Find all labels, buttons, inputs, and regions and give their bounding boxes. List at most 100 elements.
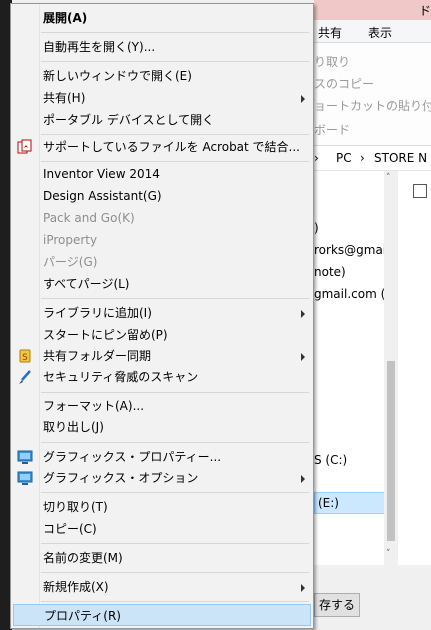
menu-item-properties[interactable]: プロパティ(R) <box>13 604 311 626</box>
menu-item-graphics-properties[interactable]: グラフィックス・プロパティー... <box>13 446 311 468</box>
menu-item-share[interactable]: 共有(H) <box>13 87 311 109</box>
menu-item-copy[interactable]: コピー(C) <box>13 518 311 540</box>
save-button[interactable]: 存する <box>314 593 360 617</box>
menu-item-cut[interactable]: 切り取り(T) <box>13 496 311 518</box>
ribbon-group-label: ボード <box>314 123 351 137</box>
nav-item-drive-c[interactable]: S (C:) <box>314 453 347 467</box>
menu-item-label: フォーマット(A)... <box>43 399 145 413</box>
menu-item-purge[interactable]: パージ(G) <box>13 251 311 273</box>
breadcrumb-separator: › <box>360 151 365 165</box>
menu-separator <box>41 298 309 299</box>
navigation-pane: ) rorks@gmai note) gmail.com ( S (C:) (E… <box>314 171 386 565</box>
menu-item-add-to-library[interactable]: ライブラリに追加(I) <box>13 302 311 324</box>
menu-item-label: 共有(H) <box>43 91 86 105</box>
submenu-arrow-icon <box>301 475 305 483</box>
menu-item-pin-to-start[interactable]: スタートにピン留め(P) <box>13 324 311 346</box>
menu-item-label: 名前の変更(M) <box>43 551 123 565</box>
security-scan-icon <box>17 369 33 385</box>
menu-separator <box>41 601 309 602</box>
ribbon-clipboard-group: り取り スのコピー ョートカットの貼り付け ボード <box>314 43 431 146</box>
scroll-up-icon[interactable]: ˄ <box>386 173 391 183</box>
menu-item-label: コピー(C) <box>43 522 97 536</box>
menu-item-label: Inventor View 2014 <box>43 167 160 181</box>
menu-separator <box>41 61 309 62</box>
tab-view[interactable]: 表示 <box>368 24 392 41</box>
nav-item[interactable]: rorks@gmai <box>314 243 386 257</box>
sync-folder-icon: S <box>17 348 33 364</box>
window-title-strip: ド <box>314 0 431 20</box>
menu-item-label: 共有フォルダー同期 <box>43 349 152 363</box>
menu-item-eject[interactable]: 取り出し(J) <box>13 416 311 438</box>
menu-item-label: iProperty <box>43 233 98 247</box>
menu-item-purge-all[interactable]: すべてパージ(L) <box>13 273 311 295</box>
menu-item-label: 取り出し(J) <box>43 420 104 434</box>
breadcrumb-separator: › <box>314 151 319 165</box>
address-bar[interactable]: › PC › STORE N <box>314 146 431 171</box>
menu-item-label: ライブラリに追加(I) <box>43 306 152 320</box>
scrollbar[interactable]: ˄ ˅ <box>384 171 398 565</box>
ribbon-copy-path[interactable]: スのコピー <box>314 75 374 92</box>
menu-item-open-as-portable[interactable]: ポータブル デバイスとして開く <box>13 109 311 131</box>
context-menu: 展開(A) 自動再生を開く(Y)... 新しいウィンドウで開く(E) 共有(H)… <box>10 3 314 629</box>
menu-separator <box>41 442 309 443</box>
menu-item-label: プロパティ(R) <box>44 609 121 623</box>
submenu-arrow-icon <box>301 95 305 103</box>
breadcrumb-store[interactable]: STORE N <box>374 151 427 165</box>
ribbon-paste-shortcut[interactable]: ョートカットの貼り付け <box>314 97 431 114</box>
menu-separator <box>41 32 309 33</box>
submenu-arrow-icon <box>301 353 305 361</box>
title-fragment: ド <box>419 4 431 18</box>
nav-item[interactable]: gmail.com ( <box>314 287 385 301</box>
select-all-checkbox[interactable] <box>413 184 427 198</box>
menu-item-format[interactable]: フォーマット(A)... <box>13 395 311 417</box>
menu-item-label: スタートにピン留め(P) <box>43 328 168 342</box>
menu-separator <box>41 572 309 573</box>
menu-item-autoplay[interactable]: 自動再生を開く(Y)... <box>13 36 311 58</box>
menu-item-iproperty[interactable]: iProperty <box>13 229 311 251</box>
menu-item-label: Design Assistant(G) <box>43 189 162 203</box>
menu-item-graphics-options[interactable]: グラフィックス・オプション <box>13 467 311 489</box>
menu-separator <box>41 392 309 393</box>
scroll-down-icon[interactable]: ˅ <box>386 549 391 559</box>
svg-text:S: S <box>22 353 28 363</box>
nav-item-drive-e[interactable]: (E:) <box>314 492 385 514</box>
bottom-bar: 存する <box>314 565 431 630</box>
ribbon-cut[interactable]: り取り <box>314 53 350 70</box>
menu-item-label: ポータブル デバイスとして開く <box>43 113 215 127</box>
menu-item-label: 新規作成(X) <box>43 580 109 594</box>
file-list <box>398 171 431 565</box>
menu-item-label: パージ(G) <box>43 255 98 269</box>
menu-item-label: グラフィックス・プロパティー... <box>43 450 222 464</box>
scroll-thumb[interactable] <box>387 361 395 541</box>
submenu-arrow-icon <box>301 310 305 318</box>
menu-item-label: サポートしているファイルを Acrobat で結合... <box>43 140 300 154</box>
nav-item[interactable]: ) <box>314 221 319 235</box>
menu-item-new[interactable]: 新規作成(X) <box>13 576 311 598</box>
tab-share[interactable]: 共有 <box>318 24 342 41</box>
graphics-icon <box>17 470 33 486</box>
menu-item-label: 切り取り(T) <box>43 500 108 514</box>
menu-item-acrobat-combine[interactable]: サポートしているファイルを Acrobat で結合... <box>13 136 311 158</box>
menu-separator <box>41 543 309 544</box>
menu-item-label: 展開(A) <box>43 11 88 25</box>
nav-item[interactable]: note) <box>314 265 346 279</box>
menu-item-expand[interactable]: 展開(A) <box>13 7 311 29</box>
menu-item-label: 新しいウィンドウで開く(E) <box>43 69 192 83</box>
breadcrumb-pc[interactable]: PC <box>336 151 352 165</box>
menu-separator <box>41 134 309 135</box>
ribbon-tabs: 共有 表示 <box>314 20 431 43</box>
menu-item-design-assistant[interactable]: Design Assistant(G) <box>13 185 311 207</box>
menu-item-rename[interactable]: 名前の変更(M) <box>13 547 311 569</box>
menu-item-open-new-window[interactable]: 新しいウィンドウで開く(E) <box>13 65 311 87</box>
menu-item-shared-folder-sync[interactable]: S 共有フォルダー同期 <box>13 345 311 367</box>
menu-item-label: すべてパージ(L) <box>43 277 130 291</box>
menu-separator <box>41 492 309 493</box>
menu-item-label: Pack and Go(K) <box>43 211 135 225</box>
submenu-arrow-icon <box>301 584 305 592</box>
menu-item-label: 自動再生を開く(Y)... <box>43 40 156 54</box>
menu-item-security-scan[interactable]: セキュリティ脅威のスキャン <box>13 366 311 388</box>
menu-item-pack-and-go[interactable]: Pack and Go(K) <box>13 207 311 229</box>
menu-item-inventor-view[interactable]: Inventor View 2014 <box>13 163 311 185</box>
acrobat-icon <box>17 139 33 155</box>
graphics-icon <box>17 449 33 465</box>
